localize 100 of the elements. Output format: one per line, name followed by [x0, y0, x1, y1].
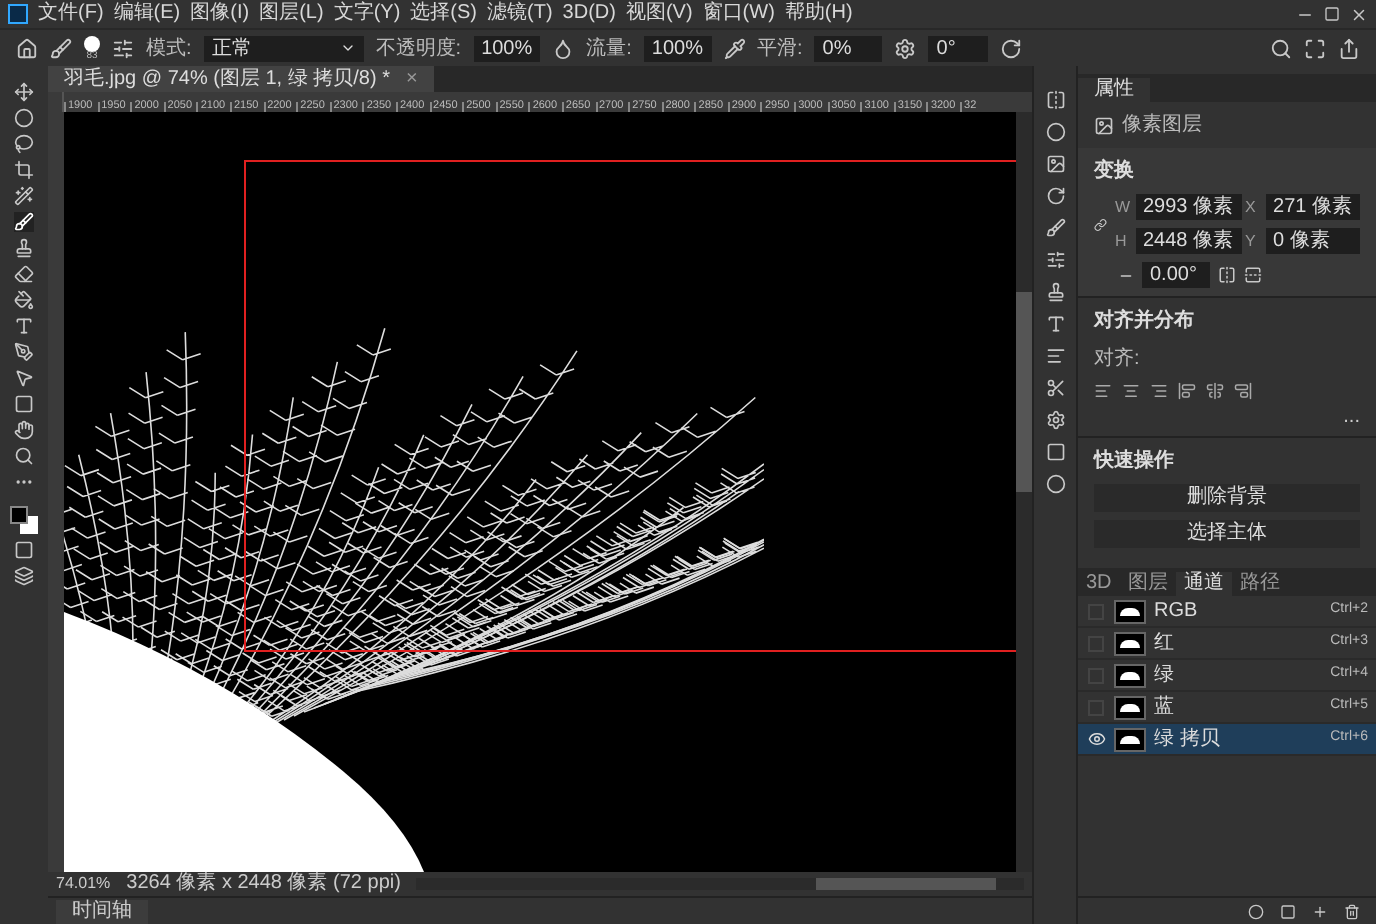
flow-field[interactable]: 100%	[643, 35, 711, 61]
smooth-label: 平滑:	[757, 35, 803, 63]
menu-item[interactable]: 文件(F)	[38, 4, 104, 24]
new-channel-icon[interactable]	[1312, 903, 1328, 919]
menu-item[interactable]: 图像(I)	[190, 4, 250, 24]
image-icon	[1094, 115, 1114, 135]
brush-icon[interactable]	[14, 212, 34, 232]
crop-icon[interactable]	[14, 160, 34, 180]
color-swatches[interactable]	[10, 506, 38, 534]
h-label: H	[1115, 229, 1129, 253]
panel-tab[interactable]: 3D	[1078, 572, 1120, 596]
tab-close[interactable]: ×	[405, 64, 418, 94]
align-icon[interactable]	[1178, 382, 1196, 400]
opacity-field[interactable]: 100%	[473, 35, 541, 61]
section-title[interactable]: 对齐并分布	[1094, 306, 1360, 336]
x-label: X	[1245, 195, 1258, 219]
rectangle-icon[interactable]	[14, 394, 34, 414]
brush-preview[interactable]	[84, 35, 100, 51]
pointer-icon[interactable]	[14, 368, 34, 388]
panel-tab[interactable]: 路径	[1231, 572, 1288, 596]
channel-thumbnail	[1114, 663, 1146, 687]
align-label: 对齐:	[1094, 345, 1142, 374]
eraser-icon[interactable]	[14, 264, 34, 284]
zoom-level: 74.01%	[56, 872, 111, 896]
align-icon[interactable]	[1122, 382, 1140, 400]
flow-label: 流量:	[586, 35, 632, 63]
home-icon[interactable]	[16, 37, 38, 59]
scrollbar-thumb[interactable]	[1016, 292, 1032, 492]
w-label: W	[1115, 195, 1131, 219]
opacity-label: 不透明度:	[375, 35, 462, 63]
brush-settings-icon[interactable]	[112, 37, 134, 59]
stamp-icon[interactable]	[14, 238, 34, 258]
menu-item[interactable]: 图层(L)	[259, 4, 324, 24]
flip-horizontal-icon[interactable]	[1218, 266, 1236, 284]
type-icon[interactable]	[14, 316, 34, 336]
channel-name: RGB	[1154, 598, 1200, 626]
align-icon[interactable]	[1206, 382, 1224, 400]
visibility-toggle[interactable]	[1086, 729, 1106, 749]
properties-tab[interactable]: 属性	[1078, 78, 1150, 102]
channel-name: 绿	[1154, 662, 1176, 690]
menu-item[interactable]: 窗口(W)	[702, 4, 775, 24]
delete-icon[interactable]	[1344, 903, 1360, 919]
ellipse-icon[interactable]	[14, 108, 34, 128]
close-icon[interactable]	[1350, 5, 1368, 23]
menu-item[interactable]: 滤镜(T)	[487, 4, 553, 24]
channel-name: 绿 拷贝	[1154, 726, 1222, 754]
quick-action-button[interactable]: 删除背景	[1094, 484, 1360, 512]
x-field[interactable]: 271 像素	[1265, 194, 1360, 220]
share-icon[interactable]	[1338, 37, 1360, 59]
document-tab[interactable]: 羽毛.jpg @ 74% (图层 1, 绿 拷贝/8) * ×	[48, 66, 434, 92]
channel-thumbnail	[1114, 599, 1146, 623]
layer-type: 像素图层	[1122, 111, 1202, 140]
menu-item[interactable]: 编辑(E)	[113, 4, 181, 24]
align-icon[interactable]	[1094, 382, 1112, 400]
horizontal-scrollbar[interactable]	[416, 878, 1024, 890]
search-icon[interactable]	[1270, 37, 1292, 59]
wand-icon[interactable]	[14, 186, 34, 206]
channel-name: 蓝	[1154, 693, 1176, 722]
menu-item[interactable]: 选择(S)	[410, 4, 477, 24]
channel-name: 红	[1154, 630, 1176, 658]
hand-icon[interactable]	[14, 420, 34, 440]
channel-thumbnail	[1114, 727, 1146, 751]
move-icon[interactable]	[14, 82, 34, 102]
zoom-icon[interactable]	[14, 446, 34, 466]
mode-select[interactable]: 正常	[203, 35, 364, 61]
align-icon[interactable]	[1150, 382, 1168, 400]
menu-item[interactable]: 帮助(H)	[784, 4, 853, 24]
document-info: 3264 像素 x 2448 像素 (72 ppi)	[126, 874, 401, 894]
section-title[interactable]: 快速操作	[1094, 446, 1360, 476]
chevron-down-icon	[339, 40, 356, 56]
align-icon[interactable]	[1234, 382, 1252, 400]
smooth-field[interactable]: 0%	[814, 35, 883, 61]
channel-thumbnail	[1114, 695, 1146, 719]
y-field[interactable]: 0 像素	[1265, 228, 1360, 254]
menu-item[interactable]: 3D(D)	[562, 4, 616, 24]
mode-label: 模式:	[146, 35, 192, 63]
angle-field[interactable]: 0.00°	[1142, 262, 1210, 288]
document-title: 羽毛.jpg @ 74% (图层 1, 绿 拷贝/8) *	[64, 65, 390, 94]
maximize-icon[interactable]	[1324, 6, 1340, 22]
bucket-icon[interactable]	[14, 290, 34, 310]
panel-tab[interactable]: 通道	[1175, 572, 1232, 596]
pen-icon[interactable]	[14, 342, 34, 362]
menu-item[interactable]: 文字(Y)	[333, 4, 401, 24]
angle-field[interactable]: 0°	[928, 35, 989, 61]
height-field[interactable]: 2448 像素	[1135, 228, 1242, 254]
lasso-icon[interactable]	[14, 134, 34, 154]
quick-action-button[interactable]: 选择主体	[1094, 520, 1360, 548]
flip-vertical-icon[interactable]	[1244, 266, 1262, 284]
more-button[interactable]: ...	[1343, 408, 1360, 428]
menu-item[interactable]: 视图(V)	[625, 4, 693, 24]
app-logo	[8, 4, 28, 24]
width-field[interactable]: 2993 像素	[1135, 194, 1242, 220]
settings-icon[interactable]	[894, 37, 917, 59]
brush-icon[interactable]	[50, 37, 72, 59]
section-title[interactable]: 变换	[1094, 156, 1360, 186]
timeline-tab[interactable]: 时间轴	[56, 899, 148, 923]
channel-thumbnail	[1114, 631, 1146, 655]
panel-tab[interactable]: 图层	[1119, 572, 1176, 596]
y-label: Y	[1245, 229, 1258, 253]
link-icon[interactable]	[1094, 215, 1107, 233]
